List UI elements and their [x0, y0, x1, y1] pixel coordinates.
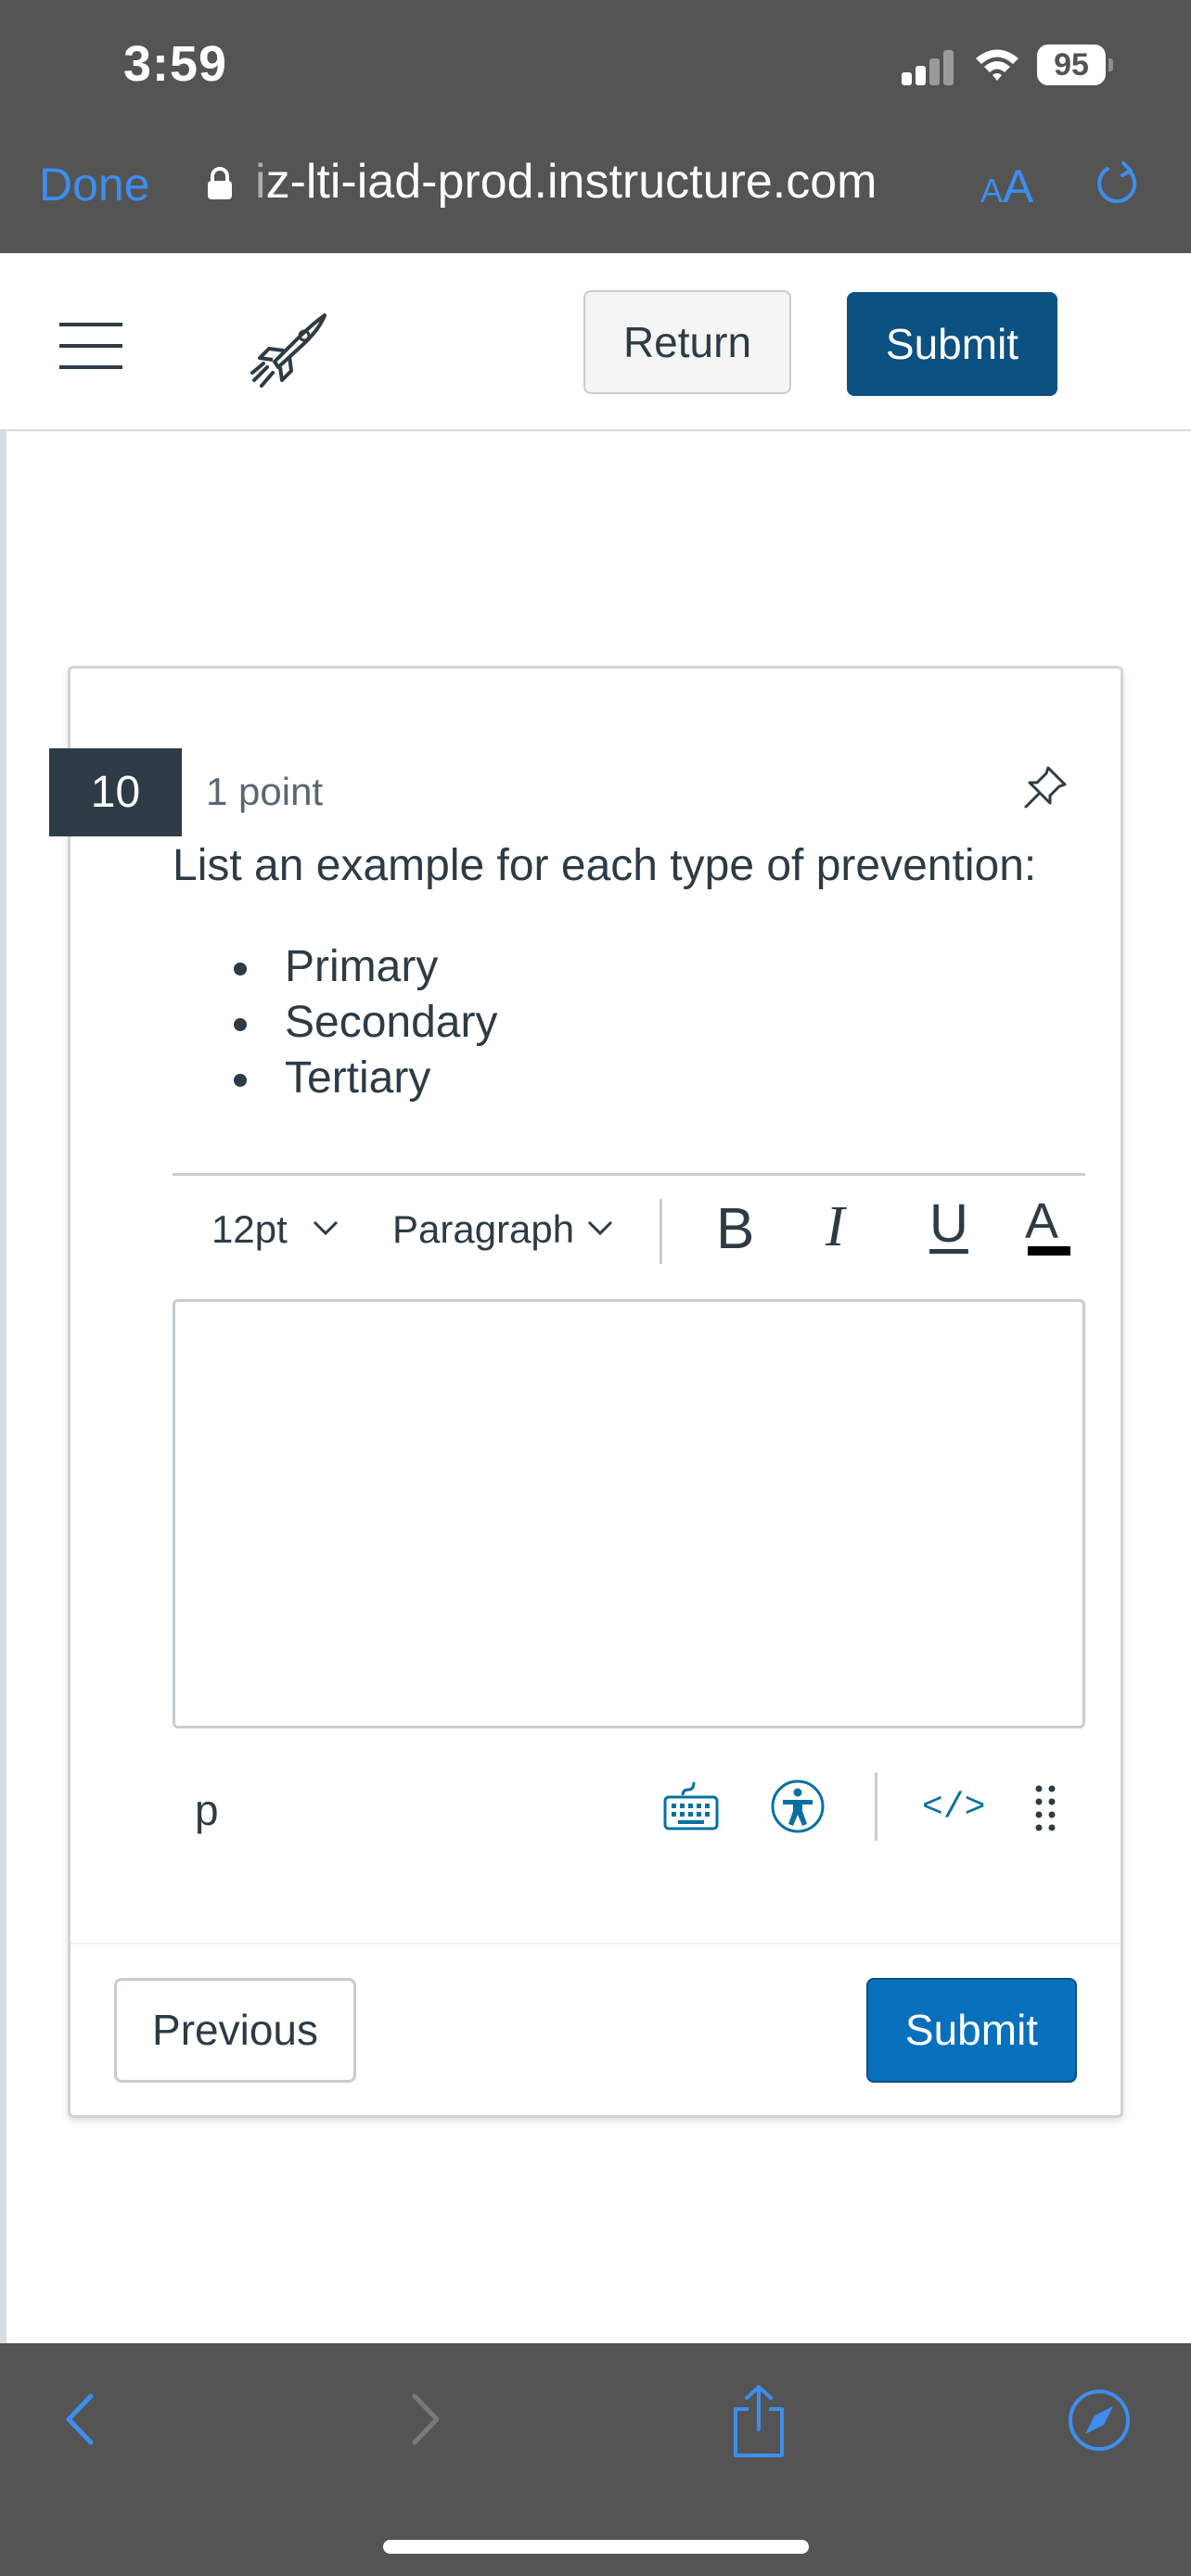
- question-number: 10: [49, 748, 182, 836]
- bold-button[interactable]: B: [716, 1196, 754, 1262]
- address-bar-url[interactable]: iz-lti-iad-prod.instructure.com: [255, 154, 877, 210]
- text-color-button[interactable]: A: [1025, 1192, 1058, 1250]
- block-format-select[interactable]: Paragraph: [392, 1207, 574, 1252]
- wifi-icon: [976, 49, 1018, 81]
- status-time: 3:59: [123, 36, 228, 92]
- chevron-down-icon: [587, 1220, 613, 1236]
- left-divider: [0, 431, 6, 2343]
- rich-text-editor[interactable]: [173, 1299, 1085, 1728]
- menu-icon[interactable]: [59, 323, 122, 369]
- share-icon[interactable]: [728, 2383, 789, 2459]
- pin-icon[interactable]: [1020, 762, 1070, 812]
- statusbar-separator: [875, 1773, 877, 1841]
- submit-button[interactable]: Submit: [866, 1978, 1077, 2083]
- rocket-icon[interactable]: [247, 310, 330, 389]
- submit-button-header[interactable]: Submit: [847, 292, 1057, 396]
- list-item: Secondary: [234, 995, 497, 1051]
- aa-small-glyph: A: [980, 172, 1004, 210]
- question-points: 1 point: [206, 770, 324, 813]
- resize-handle-icon[interactable]: [1033, 1783, 1057, 1837]
- prevention-list: Primary Secondary Tertiary: [234, 939, 497, 1106]
- done-button[interactable]: Done: [39, 158, 150, 211]
- card-footer-divider: [70, 1943, 1121, 1945]
- cellular-signal-icon: [902, 48, 955, 85]
- aa-big-glyph: A: [1003, 160, 1034, 212]
- forward-icon[interactable]: [402, 2391, 448, 2448]
- back-icon[interactable]: [58, 2391, 104, 2448]
- home-indicator: [383, 2540, 809, 2554]
- font-size-select[interactable]: 12pt: [211, 1207, 288, 1252]
- keyboard-icon[interactable]: [662, 1779, 720, 1832]
- element-path[interactable]: p: [195, 1785, 219, 1835]
- battery-level: 95: [1054, 47, 1089, 83]
- html-editor-toggle[interactable]: </>: [922, 1788, 985, 1828]
- url-prefix: i: [255, 155, 266, 209]
- accessibility-checker-icon[interactable]: [770, 1779, 826, 1834]
- chevron-down-icon: [313, 1220, 339, 1236]
- toolbar-separator: [660, 1199, 662, 1264]
- return-button[interactable]: Return: [583, 290, 791, 394]
- italic-button[interactable]: I: [826, 1194, 845, 1260]
- previous-button[interactable]: Previous: [114, 1978, 356, 2083]
- reader-text-size-button[interactable]: AA: [980, 159, 1033, 213]
- reload-icon[interactable]: [1093, 158, 1141, 210]
- toolbar-divider: [173, 1173, 1085, 1176]
- compass-icon[interactable]: [1067, 2388, 1132, 2453]
- question-text: List an example for each type of prevent…: [173, 841, 1037, 890]
- list-item: Tertiary: [234, 1051, 497, 1106]
- underline-button[interactable]: U: [929, 1192, 968, 1255]
- battery-indicator: 95: [1037, 45, 1113, 85]
- text-color-swatch: [1028, 1246, 1070, 1256]
- url-domain: z-lti-iad-prod.instructure.com: [265, 155, 877, 209]
- list-item: Primary: [234, 939, 497, 995]
- lock-icon: [208, 167, 232, 199]
